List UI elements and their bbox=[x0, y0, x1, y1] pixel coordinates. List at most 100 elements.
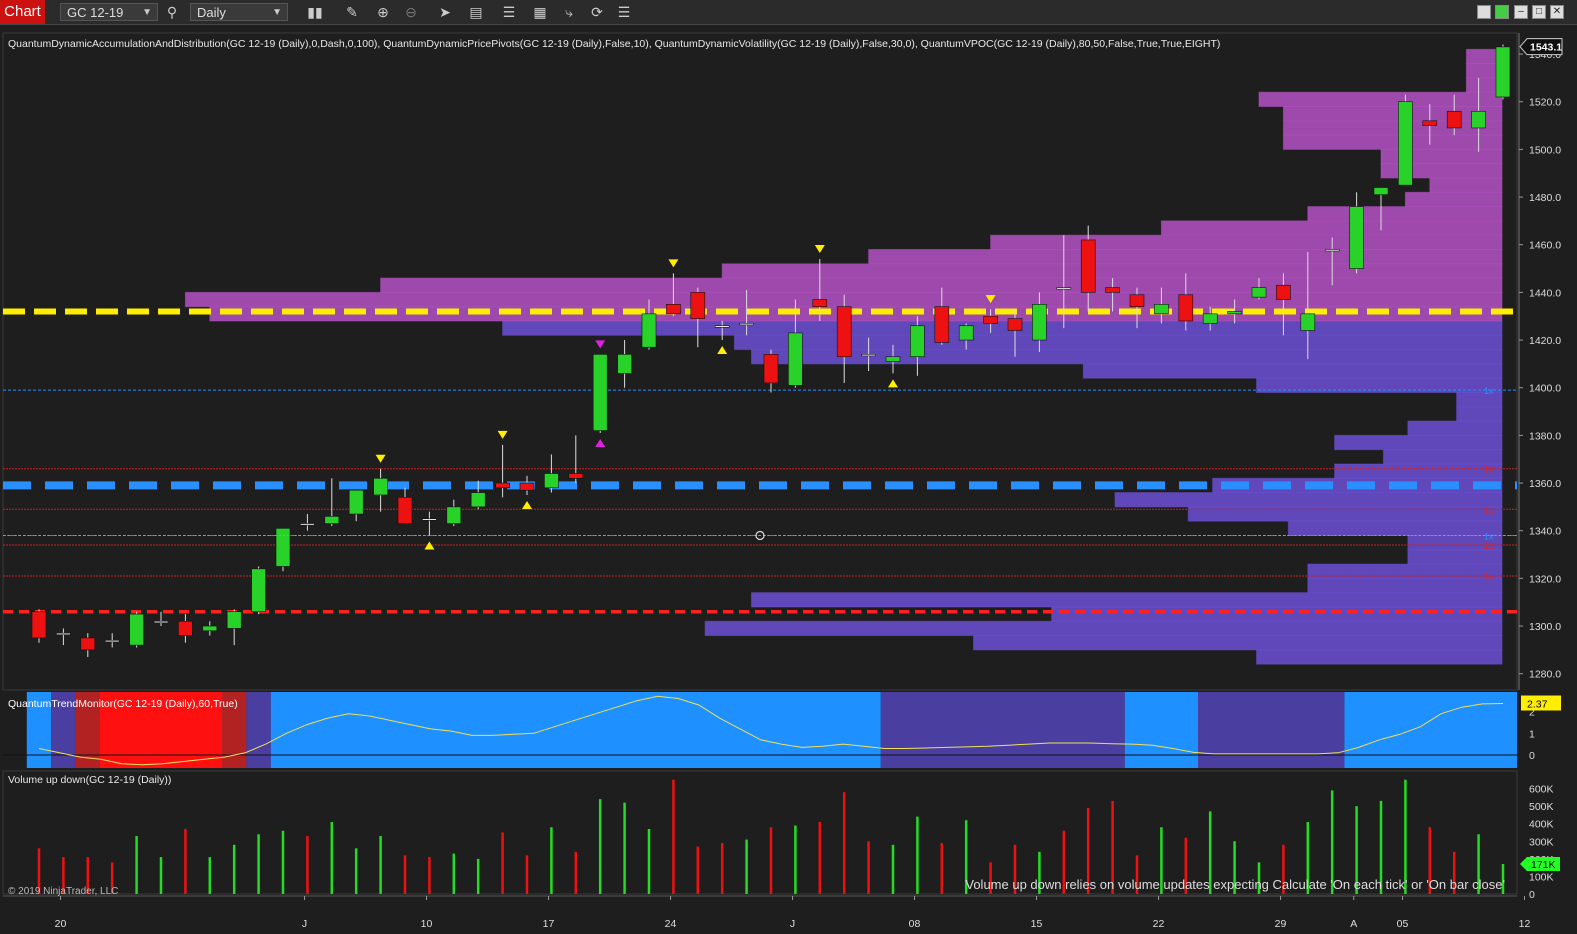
properties-icon[interactable]: ▤ bbox=[467, 3, 485, 21]
interval-selector[interactable]: Daily ▼ bbox=[190, 3, 288, 21]
volume-profile-bar bbox=[1282, 120, 1503, 136]
volume-profile-bar bbox=[1307, 577, 1503, 594]
time-tick-label: 05 bbox=[1397, 918, 1409, 930]
time-tick-label: 10 bbox=[421, 918, 433, 930]
link-button[interactable] bbox=[1495, 5, 1509, 19]
volume-profile-bar bbox=[721, 263, 1503, 279]
chart-canvas[interactable]: 1x1x1x1x1x1x 1540.01520.01500.01480.0146… bbox=[0, 25, 1577, 934]
candle-body bbox=[641, 313, 657, 348]
candle-body bbox=[1349, 206, 1364, 269]
search-icon[interactable]: ⚲ bbox=[163, 3, 181, 21]
candle-body bbox=[519, 482, 535, 491]
volume-profile-bar bbox=[1256, 649, 1503, 665]
price-tick-label: 1340.0 bbox=[1529, 526, 1561, 538]
toolbar: Chart GC 12-19 ▼ ⚲ Daily ▼ ▮▮ ✎ ⊕ ⊖ ➤ ▤ … bbox=[0, 0, 1577, 25]
multiplier-label: 1x bbox=[1484, 572, 1494, 582]
time-tick-label: 29 bbox=[1275, 918, 1287, 930]
volume-panel bbox=[2, 770, 1518, 895]
candle-body bbox=[690, 292, 706, 319]
volume-panel-header: Volume up down(GC 12-19 (Daily)) bbox=[8, 774, 171, 786]
zoom-out-icon[interactable]: ⊖ bbox=[402, 3, 420, 21]
volume-panel-bg bbox=[2, 770, 1518, 895]
candle-body bbox=[885, 356, 901, 362]
candle-body bbox=[348, 489, 364, 515]
refresh-icon[interactable]: ⟳ bbox=[588, 3, 606, 21]
price-panel-header: QuantumDynamicAccumulationAndDistributio… bbox=[8, 38, 1220, 50]
pencil-icon[interactable]: ✎ bbox=[343, 3, 361, 21]
volume-note: Volume up down relies on volume updates … bbox=[965, 877, 1505, 892]
candle-body bbox=[1398, 101, 1413, 186]
strategies-icon[interactable]: ▦ bbox=[531, 3, 549, 21]
candle-body bbox=[666, 304, 681, 315]
candle-body bbox=[1129, 294, 1145, 307]
candle-body bbox=[1495, 46, 1511, 98]
volume-tick-label: 0 bbox=[1529, 889, 1535, 901]
candle-body bbox=[934, 306, 950, 343]
price-tick-label: 1360.0 bbox=[1529, 478, 1561, 490]
candle-body bbox=[788, 332, 803, 386]
candle-body bbox=[617, 354, 632, 374]
window-menu-button[interactable] bbox=[1477, 5, 1491, 19]
multiplier-label: 1x bbox=[1484, 386, 1494, 396]
candle-body bbox=[178, 620, 193, 636]
candle-body bbox=[1251, 287, 1267, 298]
trend-tick-label: 0 bbox=[1529, 750, 1535, 762]
instrument-selector[interactable]: GC 12-19 ▼ bbox=[60, 3, 158, 21]
maximize-button[interactable]: □ bbox=[1532, 5, 1546, 19]
bar-style-icon[interactable]: ▮▮ bbox=[306, 3, 324, 21]
volume-profile-bar bbox=[1114, 492, 1503, 508]
volume-profile-bar bbox=[1051, 606, 1503, 622]
volume-profile-bar bbox=[1282, 134, 1503, 150]
volume-tick-label: 500K bbox=[1529, 801, 1554, 813]
candle-body bbox=[1324, 249, 1340, 252]
chart-trader-icon[interactable]: ⤷ bbox=[560, 3, 578, 21]
volume-profile-bar bbox=[1307, 206, 1503, 222]
indicators-icon[interactable]: ☰ bbox=[500, 3, 518, 21]
copyright: © 2019 NinjaTrader, LLC bbox=[8, 886, 118, 897]
candle-body bbox=[910, 325, 925, 358]
price-tick-label: 1320.0 bbox=[1529, 573, 1561, 585]
candle-body bbox=[763, 354, 779, 384]
list-icon[interactable]: ☰ bbox=[615, 3, 633, 21]
price-tick-label: 1480.0 bbox=[1529, 192, 1561, 204]
candle-body bbox=[714, 325, 730, 328]
candle-body bbox=[324, 516, 340, 524]
price-tick-label: 1280.0 bbox=[1529, 669, 1561, 681]
candle-body bbox=[1276, 284, 1291, 300]
volume-tick-label: 400K bbox=[1529, 819, 1554, 831]
candle-body bbox=[1154, 304, 1169, 315]
trend-tick-label: 1 bbox=[1529, 728, 1535, 740]
close-button[interactable]: ✕ bbox=[1550, 5, 1564, 19]
candle-body bbox=[1373, 187, 1389, 195]
trend-region bbox=[270, 692, 881, 768]
candle-body bbox=[836, 306, 852, 358]
volume-profile-bar bbox=[1407, 420, 1503, 436]
volume-profile-bar bbox=[704, 620, 1503, 637]
trend-region bbox=[1198, 692, 1345, 768]
candle-body bbox=[1446, 110, 1462, 129]
time-tick-label: A bbox=[1350, 918, 1357, 930]
multiplier-label: 1x bbox=[1484, 505, 1494, 515]
zoom-in-icon[interactable]: ⊕ bbox=[374, 3, 392, 21]
candle-body bbox=[373, 477, 388, 496]
trend-panel-header: QuantumTrendMonitor(GC 12-19 (Daily),60,… bbox=[8, 698, 238, 710]
instrument-value: GC 12-19 bbox=[67, 5, 124, 20]
volume-profile-bar bbox=[750, 349, 1503, 365]
candle-body bbox=[80, 637, 96, 651]
chart-tab[interactable]: Chart bbox=[0, 0, 45, 24]
candle-body bbox=[397, 497, 413, 524]
trend-region bbox=[246, 692, 271, 768]
time-tick-label: 08 bbox=[909, 918, 921, 930]
minimize-button[interactable]: – bbox=[1514, 5, 1528, 19]
volume-profile-bar bbox=[1334, 434, 1503, 451]
price-panel: 1x1x1x1x1x1x bbox=[2, 32, 1518, 691]
volume-profile-bar bbox=[990, 234, 1503, 250]
pointer-icon[interactable]: ➤ bbox=[436, 3, 454, 21]
candle-body bbox=[568, 473, 584, 479]
time-tick-label: 12 bbox=[1519, 918, 1531, 930]
trend-region bbox=[880, 692, 1125, 768]
volume-profile-bar bbox=[1404, 191, 1503, 208]
volume-profile-bar bbox=[1282, 105, 1503, 122]
candle-body bbox=[446, 506, 462, 524]
candle-body bbox=[129, 613, 144, 646]
